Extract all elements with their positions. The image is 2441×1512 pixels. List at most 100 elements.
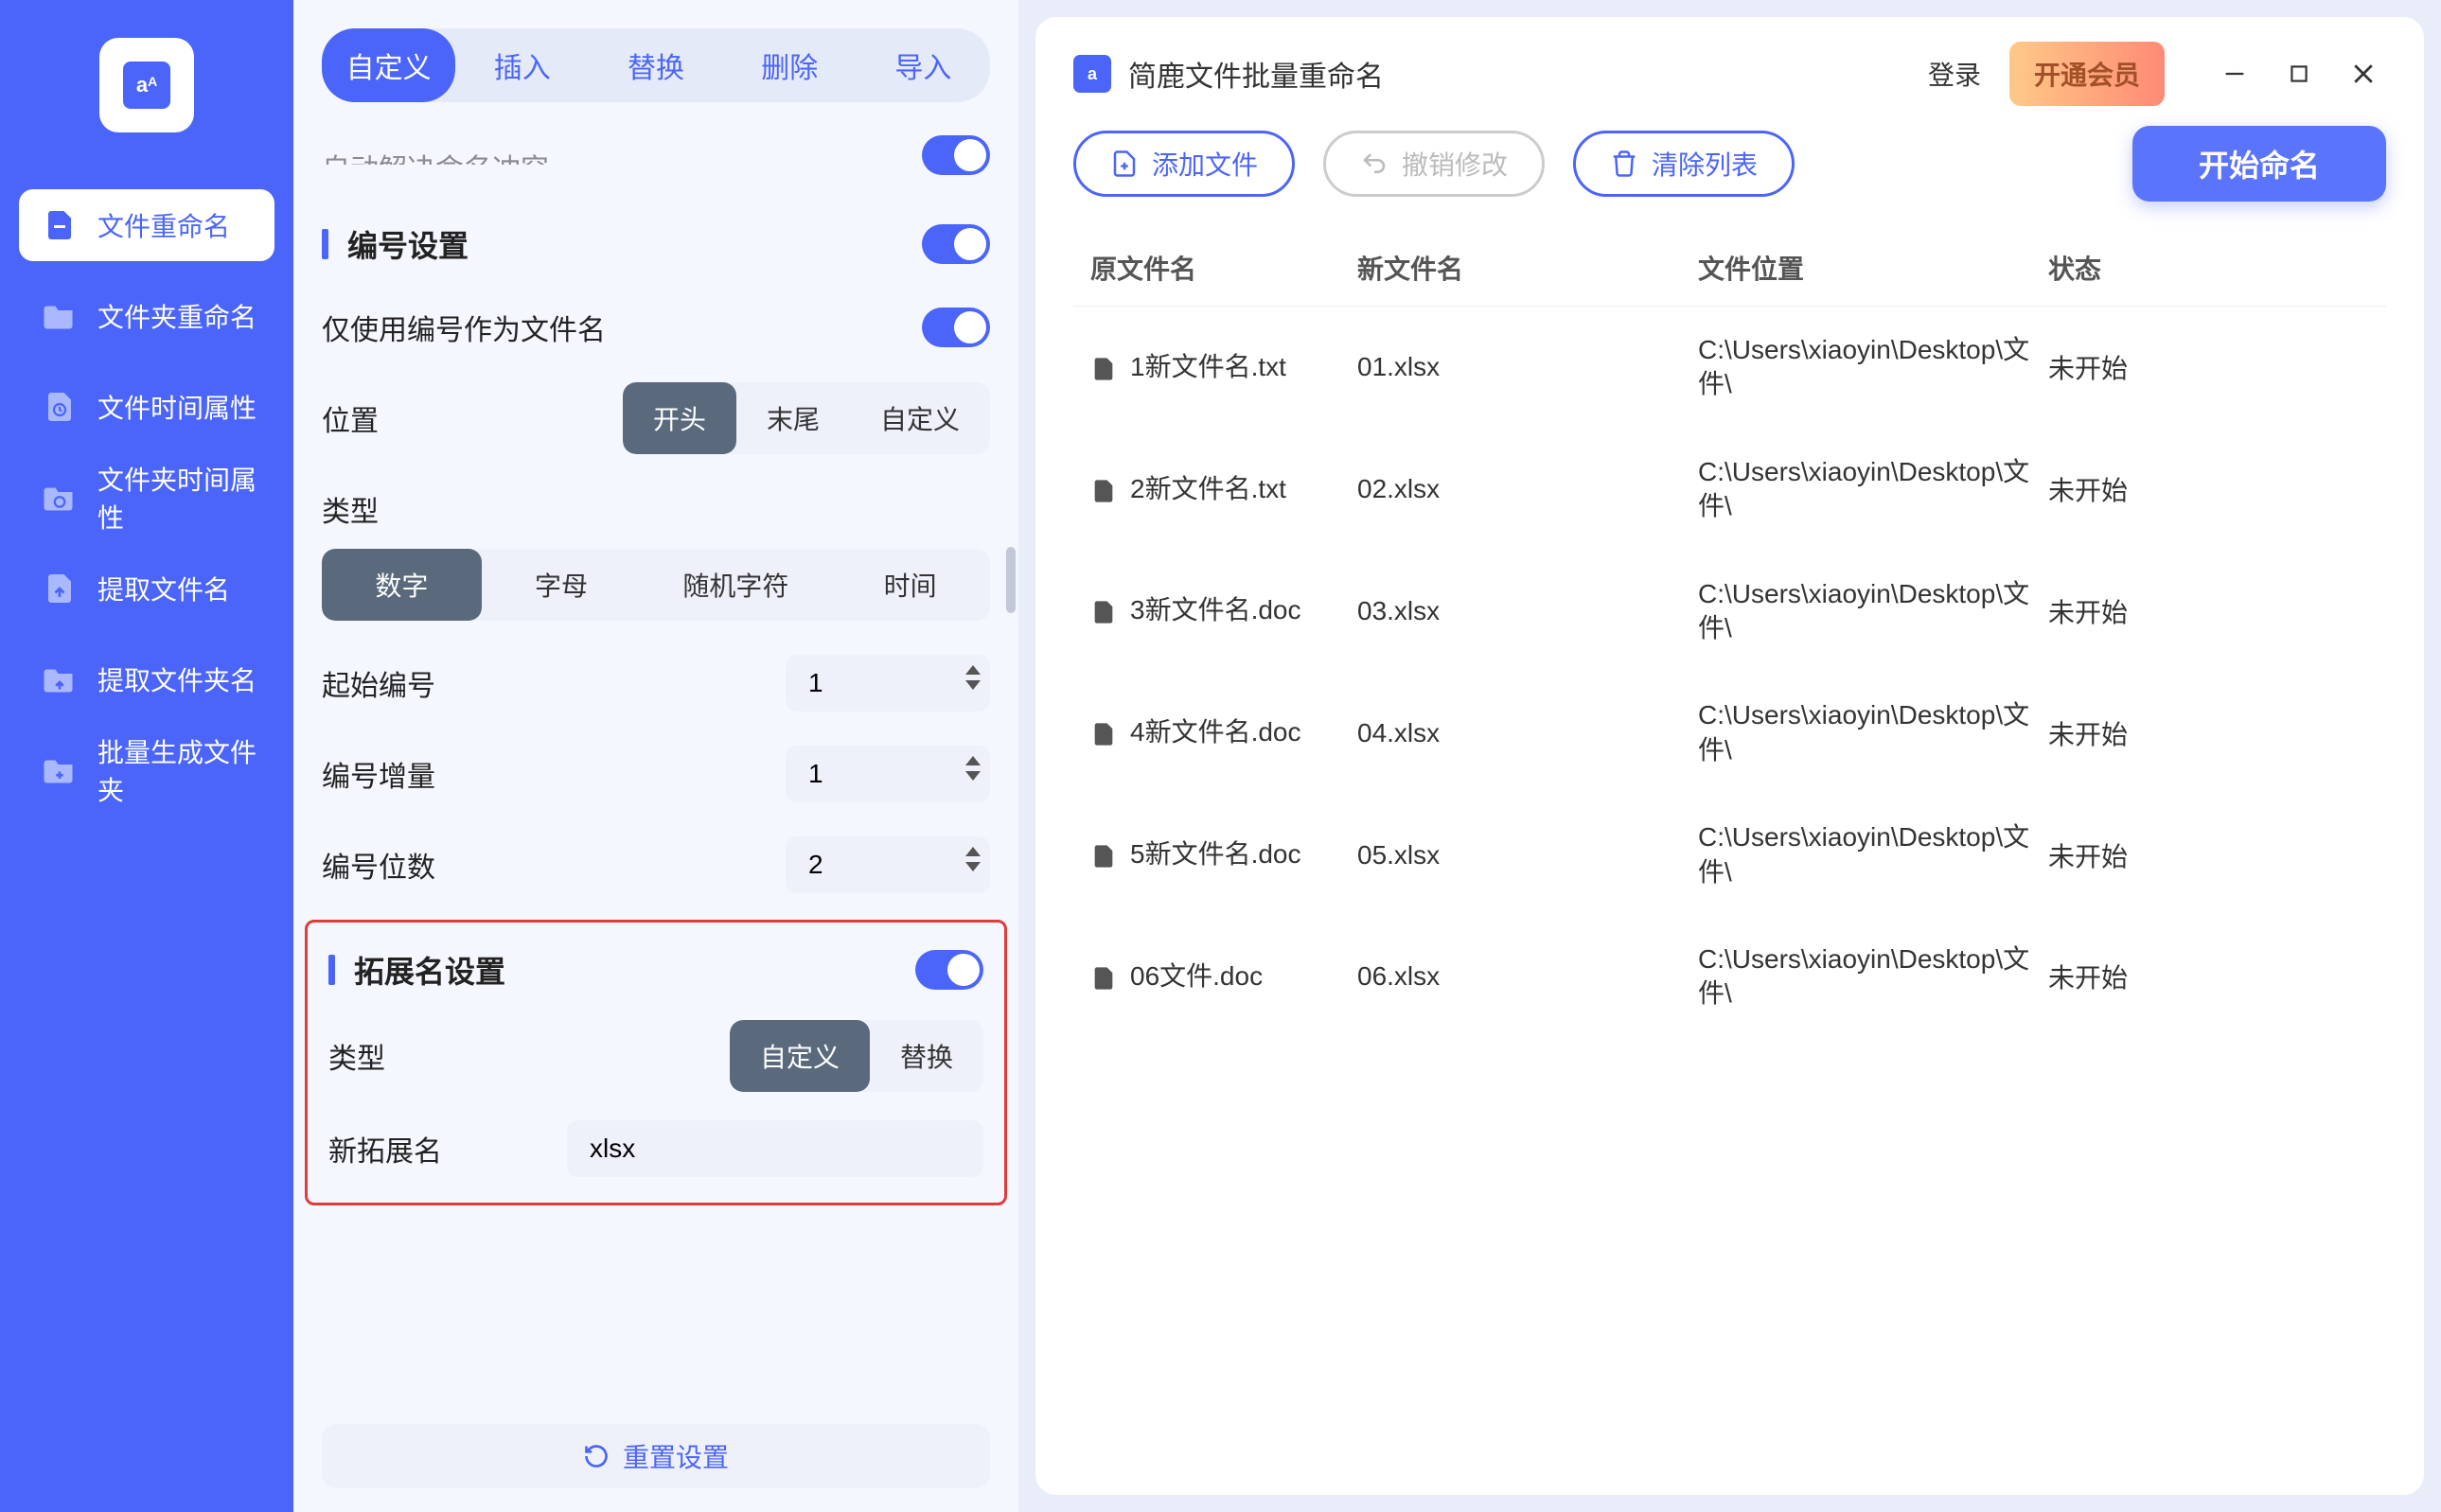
type-letter[interactable]: 字母 [482,549,642,621]
position-label: 位置 [322,397,379,439]
pos-custom[interactable]: 自定义 [850,382,990,454]
ext-type-custom[interactable]: 自定义 [730,1020,870,1092]
login-button[interactable]: 登录 [1928,55,1981,93]
cell-stat: 未开始 [2048,592,2386,630]
cell-orig: 5新文件名.doc [1130,837,1301,871]
nav-folder-rename[interactable]: 文件夹重命名 [19,280,274,352]
app-title: a 简鹿文件批量重命名 [1073,53,1384,95]
trash-icon [1610,149,1638,178]
folder-plus-icon [43,753,77,787]
step-input[interactable]: 1 [786,746,990,802]
start-no-label: 起始编号 [322,662,435,704]
undo-button[interactable]: 撤销修改 [1323,131,1545,197]
nav-extract-file[interactable]: 提取文件名 [19,553,274,624]
spin-up-icon[interactable] [965,756,981,765]
nav-file-time[interactable]: 文件时间属性 [19,371,274,443]
file-icon [1090,840,1117,872]
close-button[interactable] [2341,51,2386,97]
app-logo-small: a [1073,55,1111,93]
table-row[interactable]: 5新文件名.doc 05.xlsxC:\Users\xiaoyin\Desktop… [1073,794,2386,916]
cell-new: 04.xlsx [1357,718,1698,748]
nav-label: 提取文件名 [97,570,230,607]
nav-folder-time[interactable]: 文件夹时间属性 [19,462,274,534]
file-up-icon [43,571,77,606]
header-loc: 文件位置 [1698,249,2048,287]
reset-icon [583,1443,610,1469]
tab-import[interactable]: 导入 [857,28,990,102]
ext-type-replace[interactable]: 替换 [870,1020,983,1092]
cell-stat: 未开始 [2048,714,2386,752]
cell-new: 05.xlsx [1357,840,1698,870]
header-new: 新文件名 [1357,249,1698,287]
extension-section-highlight: 拓展名设置 类型 自定义 替换 新拓展名 xlsx [305,920,1007,1205]
tab-delete[interactable]: 删除 [723,28,857,102]
settings-panel: 自定义 插入 替换 删除 导入 自动解决命名冲突 编号设置 仅使用编号作为文件名 [293,0,1018,1512]
maximize-button[interactable] [2276,51,2322,97]
spin-down-icon[interactable] [965,680,981,690]
file-icon [43,208,77,242]
only-number-toggle[interactable] [922,308,990,347]
ext-section-title: 拓展名设置 [328,948,505,992]
nav-label: 提取文件夹名 [97,660,256,698]
table-row[interactable]: 2新文件名.txt02.xlsxC:\Users\xiaoyin\Desktop… [1073,429,2386,551]
cell-stat: 未开始 [2048,836,2386,874]
file-icon [1090,596,1117,628]
spin-up-icon[interactable] [965,665,981,675]
scrollbar-thumb[interactable] [1006,547,1016,613]
folder-icon [43,299,77,333]
nav-file-rename[interactable]: 文件重命名 [19,189,274,261]
cell-loc: C:\Users\xiaoyin\Desktop\文件\ [1698,944,2029,1008]
minimize-button[interactable] [2212,51,2257,97]
type-label: 类型 [322,488,379,530]
tab-replace[interactable]: 替换 [589,28,722,102]
cell-stat: 未开始 [2048,470,2386,508]
folder-clock-icon [43,481,77,515]
type-random[interactable]: 随机字符 [641,549,830,621]
nav-extract-folder[interactable]: 提取文件夹名 [19,643,274,715]
type-time[interactable]: 时间 [830,549,990,621]
cell-stat: 未开始 [2048,958,2386,995]
clear-button[interactable]: 清除列表 [1573,131,1795,197]
cell-orig: 4新文件名.doc [1130,715,1301,749]
close-icon [2349,60,2378,88]
type-number[interactable]: 数字 [322,549,482,621]
table-row[interactable]: 06文件.doc06.xlsxC:\Users\xiaoyin\Desktop\… [1073,916,2386,1038]
cell-new: 01.xlsx [1357,352,1698,382]
spin-down-icon[interactable] [965,862,981,871]
step-label: 编号增量 [322,753,435,795]
spin-down-icon[interactable] [965,771,981,781]
pos-start[interactable]: 开头 [623,382,736,454]
start-no-input[interactable]: 1 [786,655,990,712]
type-segmented: 数字 字母 随机字符 时间 [322,549,990,621]
header-stat: 状态 [2048,249,2386,287]
add-file-button[interactable]: 添加文件 [1073,131,1295,197]
auto-resolve-toggle[interactable] [922,135,990,175]
tab-insert[interactable]: 插入 [455,28,589,102]
vip-button[interactable]: 开通会员 [2009,42,2165,106]
file-plus-icon [1110,149,1139,178]
cell-loc: C:\Users\xiaoyin\Desktop\文件\ [1698,335,2029,398]
header-orig: 原文件名 [1073,249,1357,287]
tab-custom[interactable]: 自定义 [322,28,455,102]
file-icon [1090,718,1117,750]
cell-new: 06.xlsx [1357,961,1698,992]
maximize-icon [2287,62,2311,86]
position-segmented: 开头 末尾 自定义 [623,382,990,454]
ext-toggle[interactable] [915,950,983,990]
spin-up-icon[interactable] [965,847,981,856]
cell-loc: C:\Users\xiaoyin\Desktop\文件\ [1698,822,2029,886]
table-row[interactable]: 1新文件名.txt01.xlsxC:\Users\xiaoyin\Desktop… [1073,307,2386,429]
nav-batch-folder[interactable]: 批量生成文件夹 [19,734,274,806]
reset-button[interactable]: 重置设置 [322,1424,990,1488]
file-icon [1090,475,1117,507]
numbering-toggle[interactable] [922,224,990,264]
new-ext-input[interactable]: xlsx [567,1120,983,1177]
pos-end[interactable]: 末尾 [736,382,850,454]
table-row[interactable]: 4新文件名.doc04.xlsxC:\Users\xiaoyin\Desktop… [1073,672,2386,794]
digits-input[interactable]: 2 [786,836,990,893]
only-number-label: 仅使用编号作为文件名 [322,307,606,348]
table-row[interactable]: 3新文件名.doc03.xlsxC:\Users\xiaoyin\Desktop… [1073,551,2386,673]
topbar: a 简鹿文件批量重命名 登录 开通会员 [1073,45,2386,102]
start-rename-button[interactable]: 开始命名 [2132,126,2386,202]
ext-type-segmented: 自定义 替换 [730,1020,983,1092]
